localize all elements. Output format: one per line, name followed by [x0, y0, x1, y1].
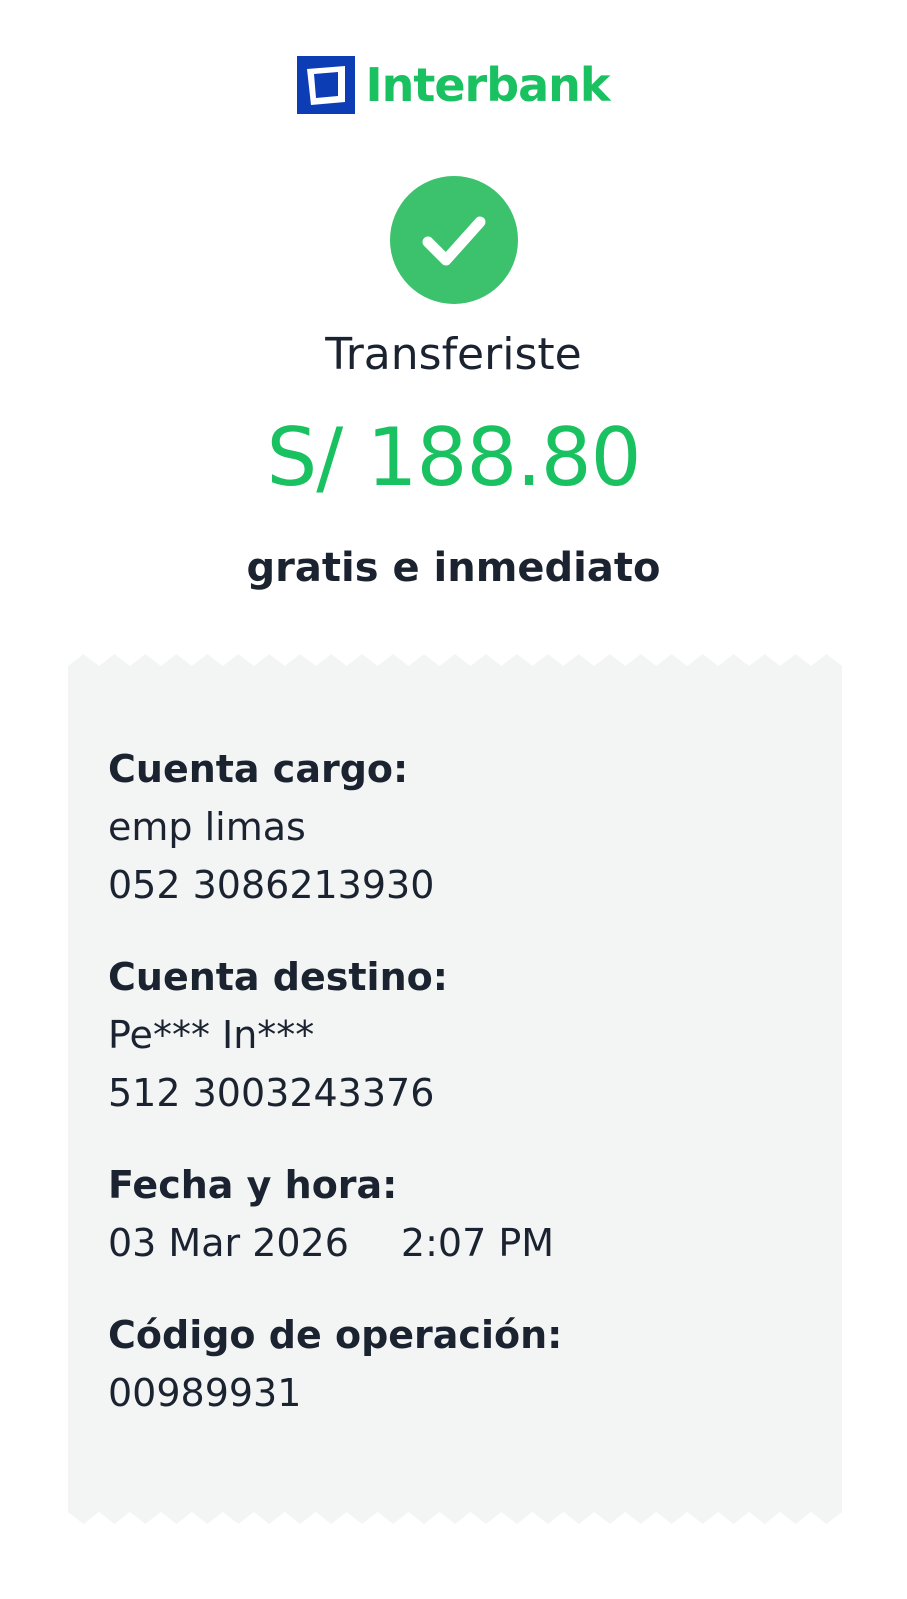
- origin-account-section: Cuenta cargo: emp limas 052 3086213930: [108, 740, 808, 914]
- destination-account-section: Cuenta destino: Pe*** In*** 512 30032433…: [108, 948, 808, 1122]
- check-circle-icon: [390, 176, 518, 304]
- brand-logo: Interbank: [0, 56, 907, 114]
- transfer-title: Transferiste: [325, 329, 582, 380]
- receipt-details: Cuenta cargo: emp limas 052 3086213930 C…: [108, 740, 808, 1456]
- transfer-amount: S/ 188.80: [266, 411, 641, 504]
- datetime-label: Fecha y hora:: [108, 1163, 398, 1207]
- origin-account-label: Cuenta cargo:: [108, 747, 409, 791]
- origin-account-name: emp limas: [108, 805, 306, 849]
- origin-account-number: 052 3086213930: [108, 863, 435, 907]
- destination-account-number: 512 3003243376: [108, 1071, 435, 1115]
- interbank-logo-icon: [297, 56, 356, 114]
- operation-code-section: Código de operación: 00989931: [108, 1306, 808, 1422]
- destination-account-name: Pe*** In***: [108, 1013, 315, 1057]
- destination-account-label: Cuenta destino:: [108, 955, 448, 999]
- date-value: 03 Mar 2026: [108, 1221, 349, 1265]
- operation-code-label: Código de operación:: [108, 1313, 563, 1357]
- brand-name: Interbank: [365, 58, 610, 112]
- operation-code-value: 00989931: [108, 1371, 302, 1415]
- time-value: 2:07 PM: [400, 1221, 555, 1265]
- datetime-section: Fecha y hora: 03 Mar 2026 2:07 PM: [108, 1156, 808, 1272]
- datetime-value: 03 Mar 2026 2:07 PM: [108, 1214, 808, 1272]
- transfer-note: gratis e inmediato: [246, 545, 661, 591]
